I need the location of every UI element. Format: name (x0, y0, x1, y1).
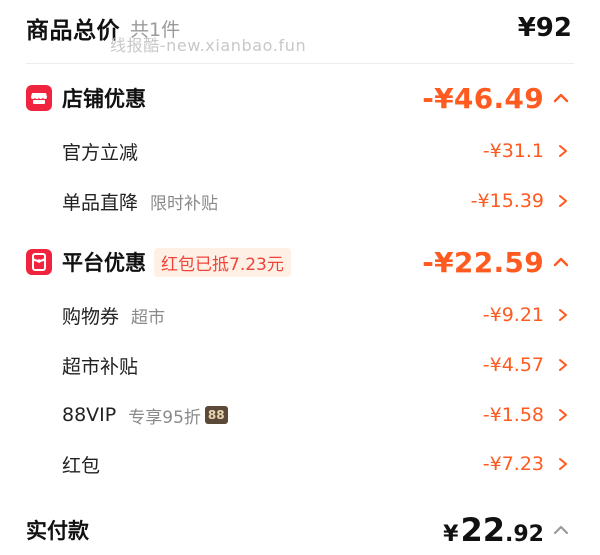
platform-discount-row[interactable]: 平台优惠 红包已抵7.23元 -¥22.59 (0, 242, 600, 282)
discount-label: 88VIP (62, 404, 117, 426)
platform-discount-title: 平台优惠 (62, 251, 146, 275)
actual-payment-amount: ¥ 22 .92 (443, 511, 544, 549)
discount-label: 超市补贴 (62, 355, 139, 378)
discount-note: 专享95折 (128, 407, 201, 428)
vip-88-badge: 88 (204, 406, 228, 424)
amount-integer: 22 (460, 511, 506, 549)
discount-note: 超市 (131, 307, 166, 328)
chevron-right-icon[interactable] (556, 408, 570, 422)
redpacket-icon (26, 249, 52, 275)
store-discount-row[interactable]: 店铺优惠 -¥46.49 (0, 78, 600, 118)
shop-icon (26, 85, 52, 111)
discount-detail-row[interactable]: 购物券 超市 -¥9.21 (0, 298, 600, 332)
chevron-right-icon[interactable] (556, 308, 570, 322)
discount-amount: -¥1.58 (482, 404, 544, 426)
chevron-right-icon[interactable] (556, 144, 570, 158)
chevron-right-icon[interactable] (556, 358, 570, 372)
chevron-right-icon[interactable] (556, 194, 570, 208)
amount-decimal: .92 (505, 522, 544, 547)
total-price-title: 商品总价 (26, 18, 120, 44)
discount-amount: -¥15.39 (470, 190, 544, 212)
chevron-up-icon[interactable] (552, 253, 570, 271)
total-price-value: ¥92 (517, 13, 572, 43)
discount-detail-row[interactable]: 红包 -¥7.23 (0, 447, 600, 481)
discount-label: 购物券 (62, 305, 120, 328)
discount-detail-row[interactable]: 超市补贴 -¥4.57 (0, 348, 600, 382)
discount-detail-row[interactable]: 88VIP 专享95折 88 -¥1.58 (0, 398, 600, 432)
store-discount-title: 店铺优惠 (62, 87, 146, 111)
discount-label: 红包 (62, 454, 101, 477)
chevron-up-icon[interactable] (552, 521, 570, 539)
platform-discount-amount: -¥22.59 (422, 245, 544, 279)
discount-label: 单品直降 (62, 191, 139, 214)
actual-payment-row[interactable]: 实付款 ¥ 22 .92 (0, 510, 600, 550)
chevron-right-icon[interactable] (556, 457, 570, 471)
discount-label: 官方立减 (62, 141, 139, 164)
discount-amount: -¥9.21 (482, 304, 544, 326)
discount-amount: -¥7.23 (482, 453, 544, 475)
redpacket-applied-tag: 红包已抵7.23元 (154, 247, 291, 277)
actual-payment-label: 实付款 (26, 519, 89, 543)
discount-note: 限时补贴 (150, 193, 219, 214)
divider (26, 63, 574, 64)
discount-amount: -¥4.57 (482, 354, 544, 376)
currency-symbol: ¥ (443, 522, 459, 547)
discount-detail-row[interactable]: 单品直降 限时补贴 -¥15.39 (0, 184, 600, 218)
discount-detail-row[interactable]: 官方立减 -¥31.1 (0, 134, 600, 168)
discount-amount: -¥31.1 (482, 140, 544, 162)
watermark-text: 线报酷-new.xianbao.fun (110, 36, 307, 55)
store-discount-amount: -¥46.49 (422, 81, 544, 115)
chevron-up-icon[interactable] (552, 89, 570, 107)
